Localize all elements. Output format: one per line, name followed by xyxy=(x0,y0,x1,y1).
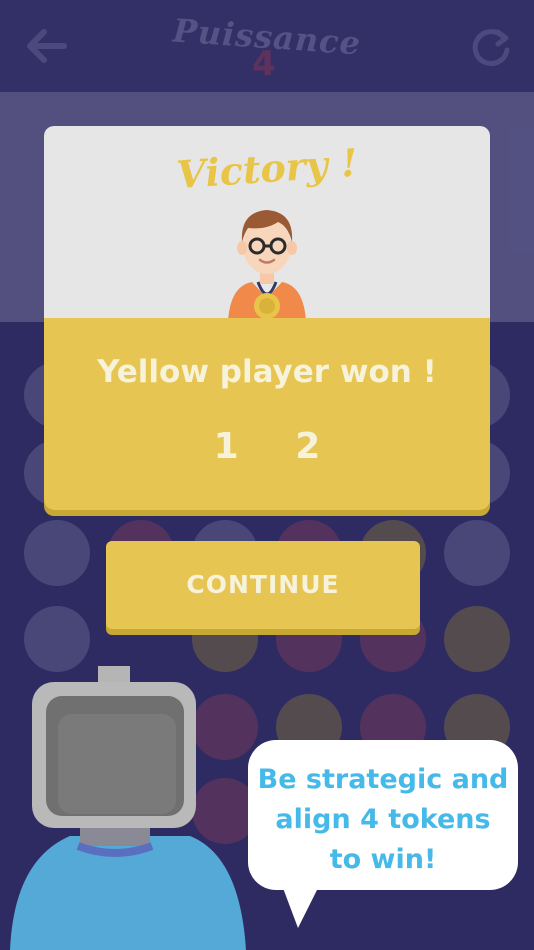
player-avatar-icon xyxy=(228,210,306,322)
continue-button[interactable]: CONTINUE xyxy=(106,541,420,629)
score-display: 1 2 xyxy=(44,426,490,467)
score-player-2: 2 xyxy=(295,426,321,467)
robot-mascot-icon xyxy=(10,666,246,950)
tip-text: Be strategic and align 4 tokens to win! xyxy=(248,760,518,880)
victory-title: Victory ! xyxy=(174,139,360,198)
dialog-body xyxy=(44,318,490,510)
tip-line-1: Be strategic and xyxy=(257,764,509,795)
score-player-1: 1 xyxy=(213,426,239,467)
tip-line-2: align 4 tokens xyxy=(275,804,491,835)
tip-line-3: to win! xyxy=(329,844,437,875)
dialog-header: Victory ! xyxy=(44,126,490,322)
victory-dialog: Victory ! Yellow player won ! 1 2 xyxy=(44,126,490,510)
winner-message: Yellow player won ! xyxy=(97,354,437,390)
speech-bubble-tail xyxy=(280,880,322,928)
tip-speech-bubble: Be strategic and align 4 tokens to win! xyxy=(248,740,518,928)
